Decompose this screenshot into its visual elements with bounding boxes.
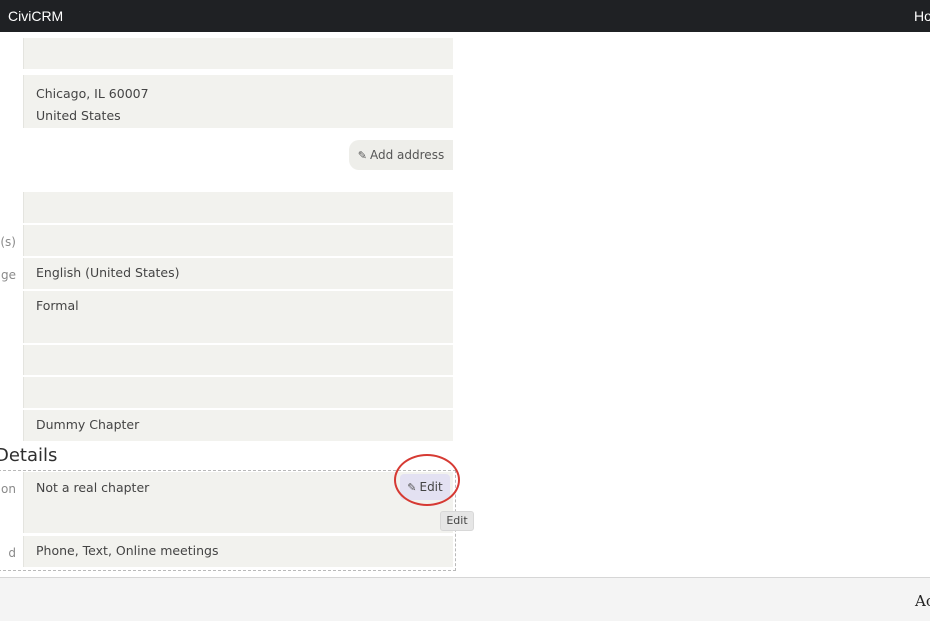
top-navbar: CiviCRM Ho <box>0 0 930 32</box>
address-value: Chicago, IL 60007 United States <box>36 83 149 127</box>
contact-methods-row: d Phone, Text, Online meetings <box>0 536 453 567</box>
field-label: ge <box>0 258 24 289</box>
description-row: on Not a real chapter <box>0 472 453 533</box>
language-value: English (United States) <box>36 265 180 280</box>
pencil-icon: ✎ <box>357 149 367 162</box>
details-section-title: Details <box>0 445 58 466</box>
field-label: on <box>0 472 24 533</box>
field-label-text: ge <box>1 268 16 282</box>
field-label <box>0 377 24 408</box>
field-label <box>0 291 24 343</box>
contact-methods-value: Phone, Text, Online meetings <box>36 543 219 558</box>
field-row <box>0 377 453 408</box>
field-row: (s) <box>0 225 453 256</box>
address-line-1: Chicago, IL 60007 <box>36 86 149 101</box>
bottom-bar: Ac <box>0 577 930 621</box>
field-label <box>0 192 24 223</box>
address-row-empty <box>0 38 453 69</box>
address-row: Chicago, IL 60007 United States <box>0 75 453 128</box>
field-label <box>0 345 24 375</box>
field-row <box>0 345 453 375</box>
language-row: ge English (United States) <box>0 258 453 289</box>
add-address-button[interactable]: ✎ Add address <box>349 140 453 170</box>
field-label <box>0 75 24 128</box>
field-label-text: (s) <box>0 235 16 249</box>
edit-tooltip: Edit <box>440 511 474 531</box>
field-row <box>0 192 453 223</box>
field-label <box>0 38 24 69</box>
highlight-circle <box>394 454 460 506</box>
home-link[interactable]: Ho <box>914 8 930 24</box>
bottom-bar-text: Ac <box>915 592 930 610</box>
field-label-text: d <box>8 546 16 560</box>
field-label <box>0 410 24 441</box>
field-label-text: on <box>1 482 16 496</box>
chapter-row: Dummy Chapter <box>0 410 453 441</box>
add-address-label: Add address <box>370 148 445 162</box>
field-label: (s) <box>0 225 24 256</box>
address-line-2: United States <box>36 108 121 123</box>
greeting-value: Formal <box>36 298 79 313</box>
field-label: d <box>0 536 24 567</box>
chapter-value: Dummy Chapter <box>36 417 140 432</box>
description-value: Not a real chapter <box>36 480 150 495</box>
greeting-row: Formal <box>0 291 453 343</box>
civicrm-menu[interactable]: CiviCRM <box>8 8 63 24</box>
